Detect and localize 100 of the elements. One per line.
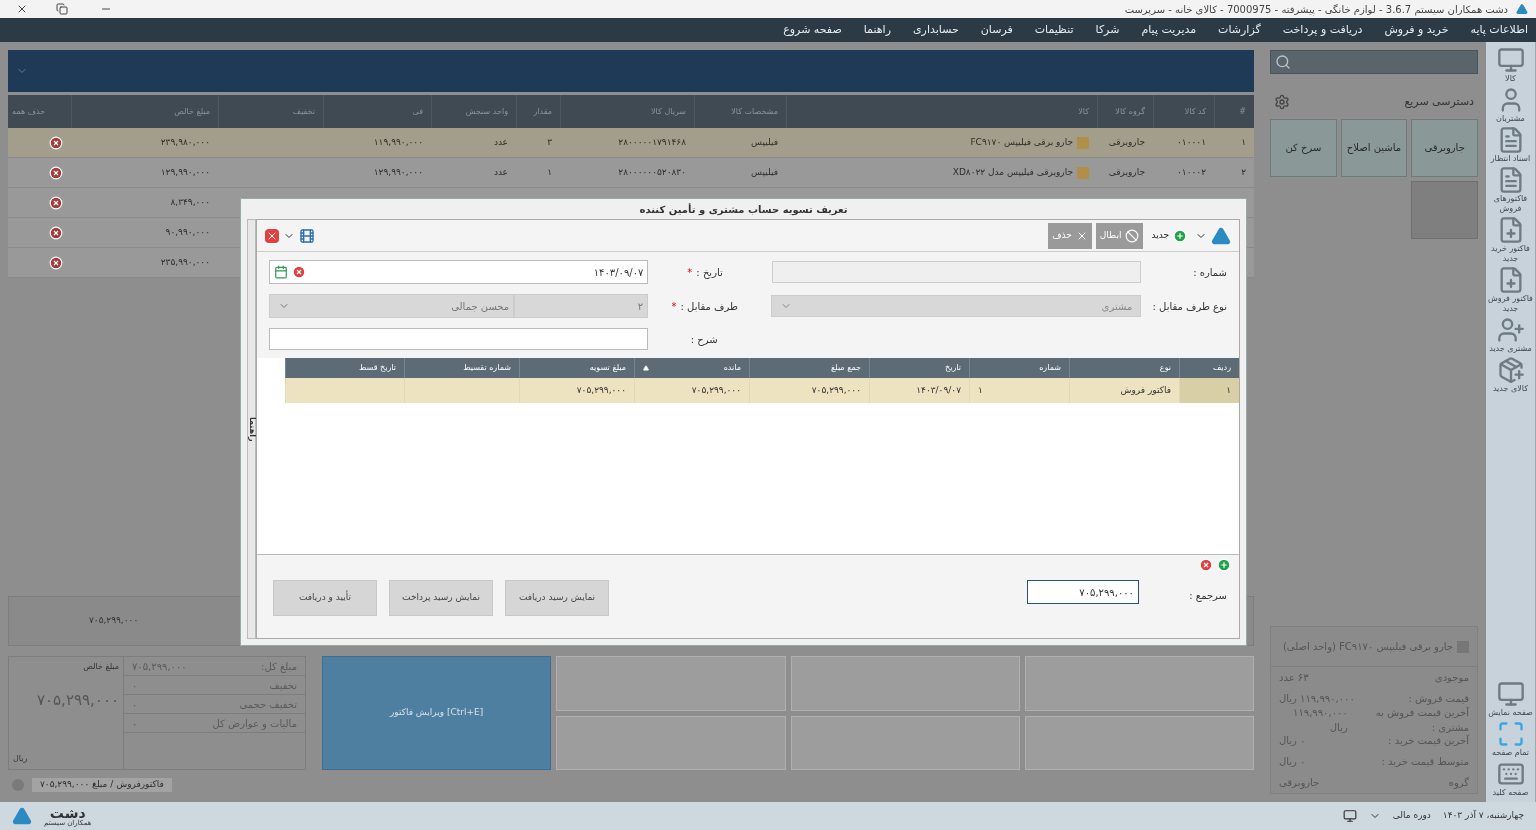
grid-cell-text: ۷۰۵,۲۹۹,۰۰۰ bbox=[576, 383, 626, 397]
sidebar-label[interactable]: تمام صفحه bbox=[1486, 748, 1535, 758]
menu-item[interactable]: گزارشات bbox=[1218, 21, 1261, 39]
field-label: تاریخ : * bbox=[686, 265, 724, 280]
menu-item[interactable]: راهنما bbox=[863, 21, 891, 39]
currency-label: ریال bbox=[13, 753, 29, 765]
quick-access-tile[interactable]: سرخ کن bbox=[1270, 118, 1337, 177]
table-cell-text: ۰۱۰۰۰۱ bbox=[1177, 135, 1206, 149]
grid-cell-text: فاکتور فروش bbox=[1120, 383, 1171, 397]
fullscreen-icon[interactable] bbox=[1496, 720, 1525, 748]
add-icon bbox=[1173, 228, 1187, 243]
item-icon bbox=[1077, 166, 1089, 179]
table-cell-text: فیلیپس bbox=[751, 135, 778, 149]
table-cell-text: ۱۲۹,۹۹۰,۰۰۰ bbox=[373, 165, 423, 179]
delete-icon[interactable] bbox=[49, 195, 63, 210]
sort-icon bbox=[643, 365, 649, 371]
field-label: شرح : bbox=[689, 332, 719, 347]
app-logo-icon bbox=[12, 806, 32, 826]
restore-icon[interactable] bbox=[56, 3, 68, 15]
total-field[interactable]: ۷۰۵,۲۹۹,۰۰۰ bbox=[1027, 580, 1139, 604]
dialog-title: تعریف تسویه حساب مشتری و تأمین کننده bbox=[639, 202, 848, 217]
table-cell-text: عدد bbox=[493, 165, 508, 179]
table-cell-text: ۲۳۵,۹۹۰,۰۰۰ bbox=[160, 255, 210, 269]
package-plus-icon[interactable] bbox=[1496, 356, 1525, 384]
app-logo-icon bbox=[1211, 225, 1231, 246]
dialog-button[interactable]: تأیید و دریافت bbox=[273, 580, 377, 616]
table-cell-text: ۹۰,۹۹۰,۰۰۰ bbox=[165, 225, 210, 239]
quick-access-tile[interactable]: جاروبرقی bbox=[1411, 118, 1478, 177]
sidebar-label[interactable]: مشتریان bbox=[1486, 114, 1535, 124]
monitor-icon[interactable] bbox=[1496, 680, 1525, 708]
sidebar-label[interactable]: فاکتور خرید جدید bbox=[1486, 244, 1535, 264]
toolbar-button[interactable]: جدید bbox=[1147, 222, 1191, 249]
required-mark: * bbox=[671, 300, 677, 312]
invoice-chip[interactable]: فاکتورفروش / مبلغ ۷۰۵,۲۹۹,۰۰۰ bbox=[32, 778, 172, 792]
table-cell-text: ۱۲۹,۹۹۰,۰۰۰ bbox=[160, 165, 210, 179]
add-icon[interactable] bbox=[1217, 557, 1231, 572]
field-label: شماره : bbox=[1192, 265, 1227, 280]
dialog-button[interactable]: نمایش رسید پرداخت bbox=[389, 580, 493, 616]
action-button[interactable]: [Ctrl+E] ویرایش فاکتور bbox=[322, 656, 552, 770]
search-field[interactable] bbox=[1270, 50, 1478, 74]
table-cell-text: جارو برقی فیلیپس FC۹۱۷۰ bbox=[970, 135, 1073, 149]
number-field[interactable] bbox=[771, 261, 1142, 283]
table-cell-text: جاروبرقی bbox=[1108, 165, 1145, 179]
menu-item[interactable]: مدیریت پیام bbox=[1141, 21, 1197, 39]
menu-item[interactable]: شرکا bbox=[1095, 21, 1120, 39]
sidebar-label[interactable]: اسناد انتظار bbox=[1486, 154, 1535, 164]
delete-icon[interactable] bbox=[49, 165, 63, 180]
description-field[interactable] bbox=[269, 328, 648, 350]
sidebar-label[interactable]: کالای جدید bbox=[1486, 384, 1535, 394]
dialog-button[interactable]: نمایش رسید دریافت bbox=[505, 580, 609, 616]
close-icon[interactable] bbox=[16, 3, 28, 15]
app-logo-icon bbox=[1516, 3, 1528, 15]
net-amount: ۷۰۵,۲۹۹,۰۰۰ bbox=[35, 690, 119, 711]
table-cell-text: فیلیپس bbox=[751, 165, 778, 179]
sidebar-label[interactable]: فاکتور فروش جدید bbox=[1486, 294, 1535, 314]
menu-item[interactable]: دریافت و پرداخت bbox=[1282, 21, 1363, 39]
monitor-icon[interactable] bbox=[1496, 46, 1525, 74]
calendar-icon[interactable] bbox=[274, 265, 288, 279]
delete-icon[interactable] bbox=[49, 135, 63, 150]
film-icon[interactable] bbox=[299, 227, 315, 244]
grid-row[interactable]: ۱ فاکتور فروش ۱ ۱۴۰۳/۰۹/۰۷ ۷۰۵,۲۹۹,۰۰۰ ۷۰۵,۲۹۹,۰۰۰ ۷۰۵,۲۹۹,۰۰۰ bbox=[285, 378, 1239, 403]
menu-item[interactable]: صفحه شروع bbox=[783, 21, 842, 39]
sidebar-label[interactable]: کالا bbox=[1486, 74, 1535, 84]
sidebar-label[interactable]: فاکتورهای فروش bbox=[1486, 194, 1535, 214]
date-field[interactable]: ۱۴۰۳/۰۹/۰۷ bbox=[269, 260, 649, 284]
menu-item[interactable]: خرید و فروش bbox=[1384, 21, 1449, 39]
sidebar-label[interactable]: صفحه نمایش bbox=[1486, 708, 1535, 718]
action-button[interactable] bbox=[1024, 715, 1254, 770]
party-select[interactable]: محسن جمالی bbox=[269, 294, 515, 318]
sidebar-label[interactable]: صفحه کلید bbox=[1486, 788, 1535, 798]
action-button[interactable] bbox=[790, 715, 1020, 770]
menu-item[interactable]: اطلاعات پایه bbox=[1470, 21, 1528, 39]
delete-icon[interactable] bbox=[49, 255, 63, 270]
clear-icon[interactable] bbox=[292, 265, 306, 279]
table-cell-text: عدد bbox=[493, 135, 508, 149]
status-period[interactable]: دوره مالی bbox=[1392, 809, 1431, 823]
side-tab[interactable]: راهنما bbox=[247, 219, 256, 639]
ban-icon bbox=[1125, 228, 1140, 243]
window-title: دشت همکاران سیستم 3.6.7 - لوازم خانگی - پیشرفته - 7000975 - کالای خانه - سرپرست bbox=[1124, 2, 1508, 17]
menu-item[interactable]: فرسان bbox=[980, 21, 1013, 39]
close-button[interactable] bbox=[265, 228, 279, 243]
table-cell-text: ۲۸۰۰۰۰۰۱۷۹۱۴۶۸ bbox=[618, 135, 686, 149]
menu-item[interactable]: تنظیمات bbox=[1034, 21, 1074, 39]
delete-icon[interactable] bbox=[1199, 557, 1213, 572]
menu-item[interactable]: حسابداری bbox=[912, 21, 959, 39]
column-header[interactable]: حذف همه bbox=[8, 105, 71, 118]
table-cell-text: ۰۱۰۰۰۲ bbox=[1177, 165, 1206, 179]
user-plus-icon[interactable] bbox=[1496, 316, 1525, 344]
delete-icon[interactable] bbox=[49, 225, 63, 240]
table-cell-text: ۲۳۹,۹۸۰,۰۰۰ bbox=[160, 135, 210, 149]
monitor-icon[interactable] bbox=[1342, 809, 1357, 823]
table-cell-text: جاروبرقی bbox=[1108, 135, 1145, 149]
settings-icon[interactable] bbox=[1274, 94, 1290, 111]
sidebar-label[interactable]: مشتری جدید bbox=[1486, 344, 1535, 354]
search-icon[interactable] bbox=[1275, 54, 1291, 70]
empty-tile[interactable] bbox=[1411, 180, 1478, 239]
party-code-field[interactable]: ۲ bbox=[514, 294, 649, 318]
quick-access-tile[interactable]: ماشین اصلاح bbox=[1340, 118, 1408, 177]
table-row[interactable]: ۱ ۰۱۰۰۰۱ جاروبرقی جارو برقی فیلیپس FC۹۱۷۰ فیلیپس ۲۸۰۰۰۰۰۱۷۹۱۴۶۸ ۳ عدد ۱۱۹,۹۹۰,۰۰۰ ۲۳۹,۹۸۰,۰۰۰ bbox=[8, 128, 1254, 158]
required-mark: * bbox=[687, 266, 693, 278]
